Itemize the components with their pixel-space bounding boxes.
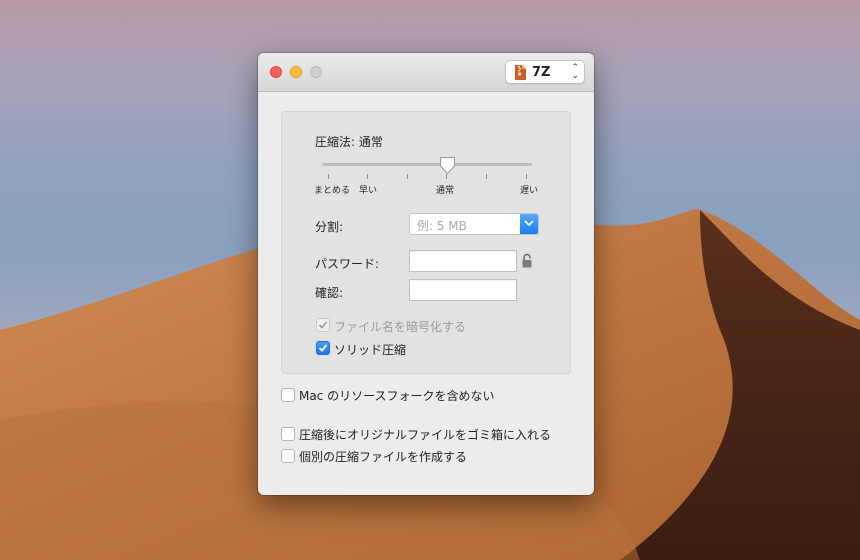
compression-level-slider-knob[interactable] (439, 156, 456, 175)
solid-compression-checkbox[interactable] (316, 341, 330, 355)
compression-level-slider-track[interactable] (322, 163, 532, 166)
slider-tick (367, 174, 368, 179)
slider-tick (407, 174, 408, 179)
exclude-resource-fork-label: Mac のリソースフォークを含めない (299, 389, 495, 403)
archive-icon (515, 65, 526, 80)
zoom-window-button[interactable] (310, 66, 322, 78)
exclude-resource-fork-checkbox[interactable] (281, 388, 295, 402)
split-label: 分割: (315, 220, 344, 234)
encrypt-filenames-checkbox[interactable] (316, 318, 330, 332)
confirm-label: 確認: (315, 286, 344, 300)
split-size-placeholder: 例: 5 MB (417, 219, 467, 233)
slider-tick (526, 174, 527, 179)
minimize-window-button[interactable] (290, 66, 302, 78)
slider-tick (486, 174, 487, 179)
slider-tick-label: 通常 (436, 186, 455, 196)
confirm-password-field[interactable] (409, 279, 517, 301)
separate-archives-checkbox[interactable] (281, 449, 295, 463)
archive-format-label: 7Z (532, 65, 551, 80)
separate-archives-label: 個別の圧縮ファイルを作成する (299, 450, 468, 464)
checkmark-icon (318, 344, 328, 352)
split-size-dropdown-button[interactable] (520, 214, 538, 234)
encrypt-filenames-label: ファイル名を暗号化する (334, 320, 467, 334)
password-label: パスワード: (315, 257, 380, 271)
lock-icon[interactable] (521, 253, 533, 269)
solid-compression-label: ソリッド圧縮 (334, 343, 407, 357)
updown-chevron-icon: ⌃ ⌄ (571, 63, 579, 81)
slider-tick (328, 174, 329, 179)
trash-after-compress-label: 圧縮後にオリジナルファイルをゴミ箱に入れる (299, 428, 552, 442)
close-window-button[interactable] (270, 66, 282, 78)
split-size-combobox[interactable]: 例: 5 MB (409, 213, 539, 235)
password-field[interactable] (409, 250, 517, 272)
compression-method-label: 圧縮法: 通常 (315, 135, 383, 149)
slider-tick (446, 174, 447, 179)
slider-tick-label: 遅い (520, 186, 539, 196)
trash-after-compress-checkbox[interactable] (281, 427, 295, 441)
slider-tick-label: まとめる (314, 186, 351, 196)
checkmark-icon (318, 321, 328, 329)
compression-options-panel: 圧縮法: 通常 まとめる 早い 通常 遅い 分割: 例: 5 MB パスワード: (281, 111, 571, 374)
chevron-down-icon (524, 220, 534, 227)
title-bar: 7Z ⌃ ⌄ (258, 53, 594, 92)
archive-options-window: 7Z ⌃⌄ 圧縮法: 通常 まとめる 早い 通常 遅い 分割: 例: 5 MB (258, 53, 594, 495)
archive-format-select[interactable]: 7Z ⌃ ⌄ (505, 60, 585, 84)
slider-tick-label: 早い (359, 186, 378, 196)
